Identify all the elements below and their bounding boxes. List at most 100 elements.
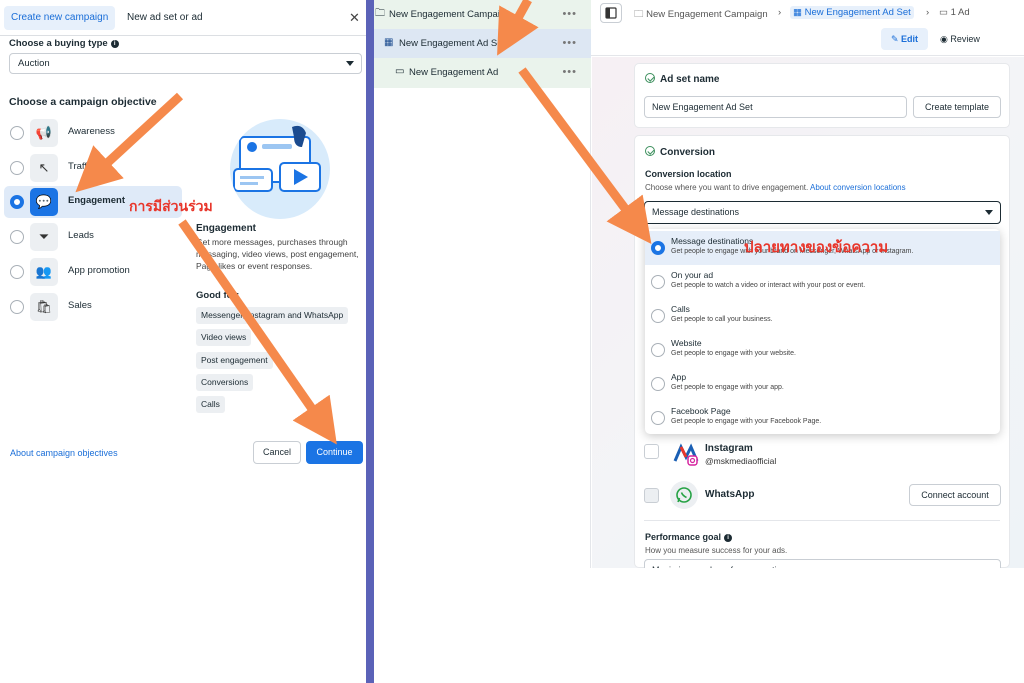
conversion-location-select[interactable]: Message destinations <box>644 201 1001 224</box>
conversion-location-desc-text: Choose where you want to drive engagemen… <box>645 183 809 192</box>
good-for-chip: Messenger, Instagram and WhatsApp <box>196 307 349 324</box>
tree-item-ad-set[interactable]: ▦ New Engagement Ad Set ••• <box>374 29 591 58</box>
ad-set-name-input[interactable]: New Engagement Ad Set <box>644 96 907 118</box>
radio-button[interactable] <box>651 411 665 425</box>
objective-label: Sales <box>68 300 92 311</box>
info-icon[interactable]: i <box>724 534 733 542</box>
radio-button[interactable] <box>651 343 665 357</box>
more-icon[interactable]: ••• <box>562 58 577 87</box>
conversion-location-desc: Choose where you want to drive engagemen… <box>645 183 906 192</box>
objective-awareness[interactable]: 📢 Awareness <box>4 117 182 149</box>
chat-bubbles-icon: 💬 <box>30 188 58 216</box>
people-icon: 👥 <box>30 258 58 286</box>
whatsapp-icon <box>670 481 698 509</box>
option-calls[interactable]: Calls Get people to call your business. <box>645 299 1000 333</box>
radio-button[interactable] <box>651 275 665 289</box>
more-icon[interactable]: ••• <box>562 0 577 29</box>
radio-button[interactable] <box>651 309 665 323</box>
buying-type-select[interactable]: Auction <box>9 53 362 74</box>
tree-empty-area <box>374 88 591 568</box>
breadcrumb-ad-set[interactable]: ▦ New Engagement Ad Set <box>790 6 914 19</box>
instagram-account-logo <box>673 443 699 466</box>
create-campaign-panel: Create new campaign New ad set or ad ✕ C… <box>0 0 366 683</box>
objective-app-promotion[interactable]: 👥 App promotion <box>4 256 182 288</box>
blank-area <box>374 568 1024 683</box>
good-for-chip: Conversions <box>196 374 254 391</box>
option-facebook-page[interactable]: Facebook Page Get people to engage with y… <box>645 401 1000 435</box>
radio-button-selected[interactable] <box>10 195 24 209</box>
connect-account-button[interactable]: Connect account <box>909 484 1001 506</box>
whatsapp-label: WhatsApp <box>705 489 755 500</box>
funnel-icon: ⏷ <box>30 223 58 251</box>
conversion-location-value: Message destinations <box>652 207 740 217</box>
good-for-chip: Video views <box>196 329 252 346</box>
objective-label: Engagement <box>68 195 126 206</box>
conversion-location-label: Conversion location <box>645 169 732 179</box>
objective-label: Awareness <box>68 126 115 137</box>
folder-icon: 🗀 <box>375 8 385 19</box>
option-on-your-ad[interactable]: On your ad Get people to watch a video or… <box>645 265 1000 299</box>
tree-item-label: New Engagement Ad Set <box>399 38 506 49</box>
create-template-button[interactable]: Create template <box>913 96 1001 118</box>
close-icon[interactable]: ✕ <box>349 10 360 26</box>
good-for-label: Good for: <box>196 290 240 301</box>
chevron-down-icon <box>985 210 993 215</box>
about-conversion-locations-link[interactable]: About conversion locations <box>810 183 906 192</box>
sidebar-toggle-icon[interactable] <box>600 3 622 23</box>
tree-item-campaign[interactable]: 🗀 New Engagement Campaign ••• <box>374 0 591 29</box>
review-button[interactable]: ◉ Review <box>940 28 980 50</box>
tree-item-label: New Engagement Ad <box>409 67 499 78</box>
option-website[interactable]: Website Get people to engage with your we… <box>645 333 1000 367</box>
breadcrumb-ad[interactable]: ▭ 1 Ad <box>939 7 970 18</box>
objective-leads[interactable]: ⏷ Leads <box>4 221 182 253</box>
breadcrumb-campaign[interactable]: 🗀 New Engagement Campaign <box>634 7 768 23</box>
continue-button[interactable]: Continue <box>306 441 363 464</box>
radio-button[interactable] <box>10 230 24 244</box>
radio-button[interactable] <box>10 265 24 279</box>
option-title: Calls <box>671 304 690 314</box>
tree-item-ad[interactable]: ▭ New Engagement Ad ••• <box>374 58 591 87</box>
breadcrumb-label: New Engagement Campaign <box>646 9 768 20</box>
more-icon[interactable]: ••• <box>562 29 577 58</box>
good-for-chip: Calls <box>196 396 225 413</box>
radio-button-selected[interactable] <box>651 241 665 255</box>
edit-label: Edit <box>901 34 919 44</box>
instagram-checkbox[interactable] <box>644 444 659 459</box>
option-title: App <box>671 372 687 382</box>
ad-icon: ▭ <box>395 66 405 77</box>
engagement-thai-annotation: การมีส่วนร่วม <box>129 199 213 215</box>
buying-type-label-text: Choose a buying type <box>9 38 108 49</box>
whatsapp-checkbox[interactable] <box>644 488 659 503</box>
chevron-right-icon: › <box>926 7 930 18</box>
radio-button[interactable] <box>10 300 24 314</box>
option-desc: Get people to engage with your website. <box>671 350 796 357</box>
radio-button[interactable] <box>651 377 665 391</box>
info-icon[interactable]: i <box>110 40 119 48</box>
tab-new-ad-set-or-ad[interactable]: New ad set or ad <box>127 6 203 30</box>
objective-detail-title: Engagement <box>196 223 257 234</box>
objective-label: App promotion <box>68 265 130 276</box>
check-circle-icon <box>645 146 655 156</box>
objective-sales[interactable]: 🛍 Sales <box>4 291 182 323</box>
option-desc: Get people to engage with your app. <box>671 384 784 391</box>
radio-button[interactable] <box>10 161 24 175</box>
objective-traffic[interactable]: ↖ Traffic <box>4 152 182 184</box>
grid-icon: ▦ <box>793 7 805 18</box>
tab-create-new-campaign[interactable]: Create new campaign <box>4 6 116 30</box>
conversion-title-text: Conversion <box>660 147 716 158</box>
eye-icon: ◉ <box>940 34 951 44</box>
option-desc: Get people to watch a video or interact … <box>671 282 866 289</box>
about-campaign-objectives-link[interactable]: About campaign objectives <box>10 448 118 458</box>
chevron-down-icon <box>346 61 354 66</box>
chevron-right-icon: › <box>778 7 782 18</box>
performance-goal-label: Performance goal i <box>645 532 733 542</box>
edit-button[interactable]: ✎ Edit <box>881 28 928 50</box>
performance-goal-desc: How you measure success for your ads. <box>645 546 788 555</box>
ad-set-name-title-text: Ad set name <box>660 74 720 85</box>
cancel-button[interactable]: Cancel <box>253 441 301 464</box>
instagram-handle: @mskmediaofficial <box>705 456 777 466</box>
radio-button[interactable] <box>10 126 24 140</box>
review-label: Review <box>950 34 980 44</box>
option-app[interactable]: App Get people to engage with your app. <box>645 367 1000 401</box>
ad-icon: ▭ <box>939 7 951 18</box>
